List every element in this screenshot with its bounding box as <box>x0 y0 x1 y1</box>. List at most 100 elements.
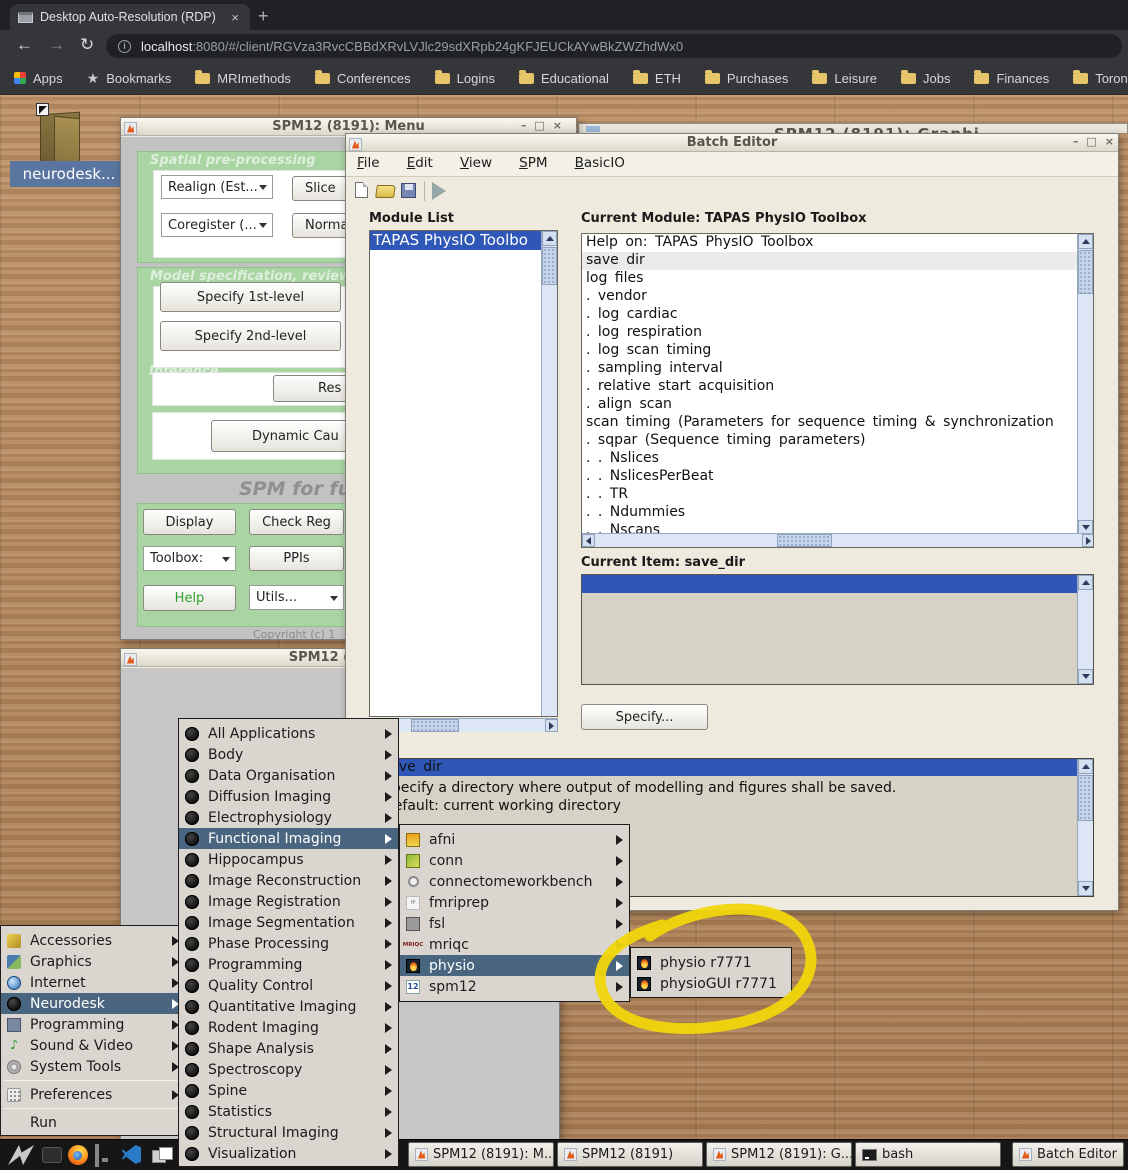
tab-close-icon[interactable]: × <box>228 10 242 25</box>
minimize-button[interactable]: – <box>1073 135 1079 148</box>
taskbar-button-spm[interactable]: SPM12 (8191) <box>557 1142 703 1167</box>
tree-row[interactable]: . align scan <box>582 396 1078 414</box>
bookmarks-shortcut[interactable]: ★Bookmarks <box>87 70 172 87</box>
save-batch-icon[interactable] <box>401 183 416 198</box>
scrollbar-thumb[interactable] <box>777 534 832 547</box>
tree-row[interactable]: . . NslicesPerBeat <box>582 468 1078 486</box>
specify-1st-level-button[interactable]: Specify 1st-level <box>160 282 341 312</box>
category-image-segmentation[interactable]: Image Segmentation <box>179 912 398 933</box>
app-afni[interactable]: afni <box>400 829 629 850</box>
app-mriqc[interactable]: MRIQCmriqc <box>400 934 629 955</box>
app-physio[interactable]: physio <box>400 955 629 976</box>
realign-dropdown[interactable]: Realign (Est... <box>161 175 273 199</box>
bookmark-folder[interactable]: Logins <box>435 71 495 86</box>
tree-row[interactable]: log files <box>582 270 1078 288</box>
horizontal-scrollbar[interactable] <box>582 533 1094 547</box>
menu-item-neurodesk[interactable]: Neurodesk <box>1 993 185 1014</box>
category-all-applications[interactable]: All Applications <box>179 723 398 744</box>
category-body[interactable]: Body <box>179 744 398 765</box>
scrollbar-thumb[interactable] <box>1078 250 1093 294</box>
category-phase-processing[interactable]: Phase Processing <box>179 933 398 954</box>
menu-item-graphics[interactable]: Graphics <box>1 951 185 972</box>
category-functional-imaging[interactable]: Functional Imaging <box>179 828 398 849</box>
category-quality-control[interactable]: Quality Control <box>179 975 398 996</box>
maximize-button[interactable]: □ <box>534 119 544 132</box>
close-button[interactable]: × <box>553 119 562 132</box>
tree-row[interactable]: . log respiration <box>582 324 1078 342</box>
forward-button[interactable]: → <box>48 35 65 55</box>
tree-row[interactable]: Help on: TAPAS PhysIO Toolbox <box>582 234 1078 252</box>
menu-item-system-tools[interactable]: System Tools <box>1 1056 185 1077</box>
file-manager-icon[interactable] <box>42 1147 62 1163</box>
menu-view[interactable]: View <box>449 155 503 171</box>
vertical-scrollbar[interactable] <box>541 231 557 716</box>
category-structural-imaging[interactable]: Structural Imaging <box>179 1122 398 1143</box>
vertical-scrollbar[interactable] <box>1077 234 1093 535</box>
app-fmriprep[interactable]: fPfmriprep <box>400 892 629 913</box>
category-diffusion-imaging[interactable]: Diffusion Imaging <box>179 786 398 807</box>
toolbox-dropdown[interactable]: Toolbox: <box>143 546 236 571</box>
category-data-organisation[interactable]: Data Organisation <box>179 765 398 786</box>
vertical-scrollbar[interactable] <box>1077 575 1093 684</box>
app-connectomeworkbench[interactable]: connectomeworkbench <box>400 871 629 892</box>
taskbar-button-spm-graphics[interactable]: SPM12 (8191): G... <box>706 1142 852 1167</box>
menu-spm[interactable]: SPM <box>508 155 558 171</box>
app-launcher-icon[interactable] <box>8 1145 34 1165</box>
specify-2nd-level-button[interactable]: Specify 2nd-level <box>160 321 341 351</box>
tree-row[interactable]: scan timing (Parameters for sequence tim… <box>582 414 1078 432</box>
bookmark-folder[interactable]: ETH <box>633 71 681 86</box>
current-item-box[interactable] <box>581 574 1094 685</box>
scroll-up-button[interactable] <box>542 231 557 246</box>
category-statistics[interactable]: Statistics <box>179 1101 398 1122</box>
check-reg-button[interactable]: Check Reg <box>249 509 344 535</box>
app-spm12[interactable]: 12spm12 <box>400 976 629 997</box>
category-shape-analysis[interactable]: Shape Analysis <box>179 1038 398 1059</box>
module-list-item[interactable]: TAPAS PhysIO Toolbo <box>370 231 542 250</box>
tree-row[interactable]: . sampling interval <box>582 360 1078 378</box>
current-module-tree[interactable]: Help on: TAPAS PhysIO Toolbox save dir l… <box>581 233 1094 548</box>
maximize-button[interactable]: □ <box>1086 135 1096 148</box>
category-visualization[interactable]: Visualization <box>179 1143 398 1164</box>
module-list[interactable]: TAPAS PhysIO Toolbo <box>369 230 558 717</box>
window-spm-graphics[interactable]: SPM12 (8191): Graphi <box>578 123 1128 133</box>
coregister-dropdown[interactable]: Coregister (... <box>161 213 273 237</box>
window-batch-editor[interactable]: Batch Editor – □ × File Edit View SPM Ba… <box>345 133 1119 911</box>
bookmark-folder[interactable]: Jobs <box>901 71 950 86</box>
run-batch-icon[interactable] <box>432 182 446 200</box>
bookmark-folder[interactable]: Leisure <box>812 71 877 86</box>
tree-row[interactable]: . log cardiac <box>582 306 1078 324</box>
scrollbar-thumb[interactable] <box>1078 775 1093 821</box>
menu-basicio[interactable]: BasicIO <box>564 155 636 171</box>
app-fsl[interactable]: fsl <box>400 913 629 934</box>
vertical-scrollbar[interactable] <box>1077 759 1093 896</box>
new-batch-icon[interactable] <box>355 182 368 198</box>
menu-item-programming[interactable]: Programming <box>1 1014 185 1035</box>
tree-row[interactable]: . sqpar (Sequence timing parameters) <box>582 432 1078 450</box>
firefox-icon[interactable] <box>68 1145 88 1165</box>
ppis-button[interactable]: PPIs <box>249 546 344 571</box>
tree-row[interactable]: . relative start acquisition <box>582 378 1078 396</box>
scrollbar-thumb[interactable] <box>411 719 459 732</box>
menu-item-run[interactable]: Run <box>1 1112 185 1133</box>
utils-dropdown[interactable]: Utils... <box>249 585 344 610</box>
bookmark-folder[interactable]: Purchases <box>705 71 788 86</box>
titlebar[interactable]: Batch Editor – □ × <box>346 134 1118 152</box>
category-rodent-imaging[interactable]: Rodent Imaging <box>179 1017 398 1038</box>
tree-row[interactable]: . . TR <box>582 486 1078 504</box>
site-info-icon[interactable]: i <box>118 40 131 53</box>
scroll-right-button[interactable] <box>1082 534 1094 547</box>
category-spine[interactable]: Spine <box>179 1080 398 1101</box>
show-desktop-icon[interactable] <box>95 1144 99 1167</box>
scroll-up-button[interactable] <box>1078 575 1093 590</box>
menu-edit[interactable]: Edit <box>396 155 444 171</box>
bookmark-folder[interactable]: Conferences <box>315 71 411 86</box>
menu-item-preferences[interactable]: Preferences <box>1 1084 185 1105</box>
bookmark-folder[interactable]: Toronto <box>1073 71 1128 86</box>
taskbar-button-spm-menu[interactable]: SPM12 (8191): M... <box>408 1142 554 1167</box>
address-bar[interactable]: i localhost:8080/#/client/RGVza3RvcCBBdX… <box>106 34 1122 58</box>
category-quantitative-imaging[interactable]: Quantitative Imaging <box>179 996 398 1017</box>
scroll-up-button[interactable] <box>1078 759 1093 774</box>
menu-item-internet[interactable]: Internet <box>1 972 185 993</box>
menu-item-physio-r7771[interactable]: physio r7771 <box>631 952 791 973</box>
open-batch-icon[interactable] <box>375 185 396 198</box>
